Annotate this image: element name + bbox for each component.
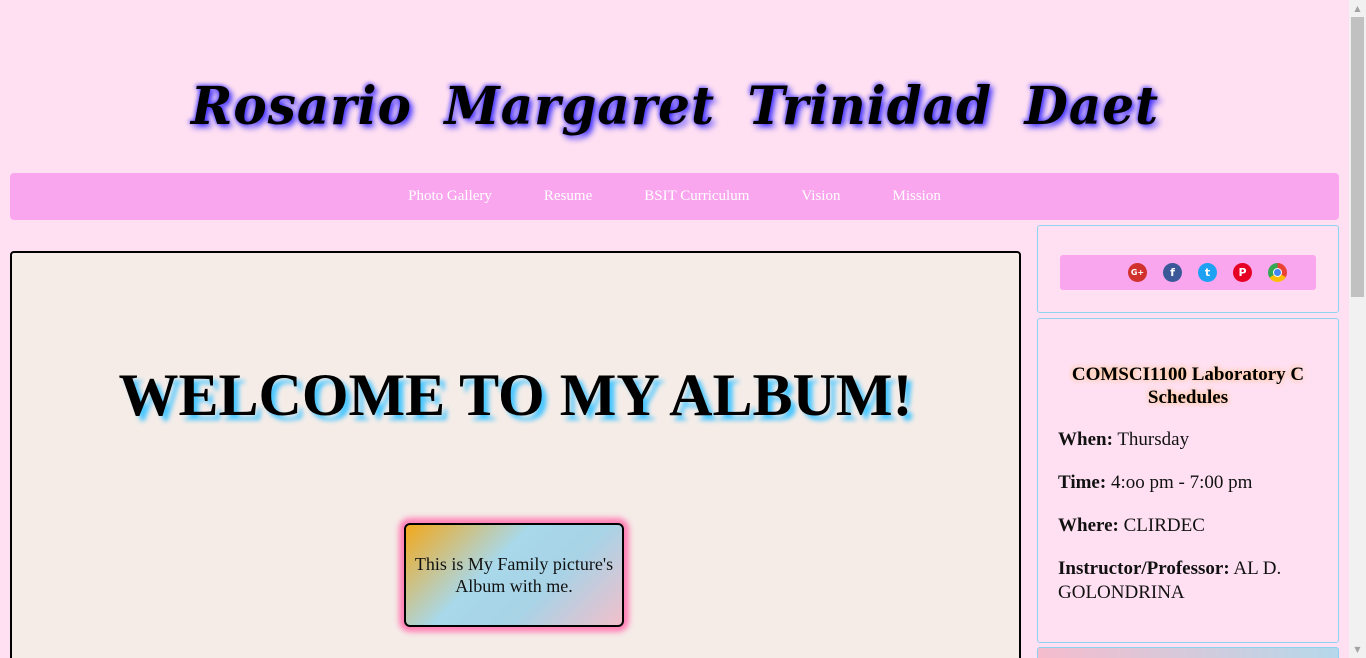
chrome-icon[interactable] xyxy=(1268,263,1287,282)
when-value: Thursday xyxy=(1112,429,1190,450)
social-bar: G+ f t P xyxy=(1060,255,1316,290)
google-plus-icon[interactable]: G+ xyxy=(1128,263,1147,282)
chrome-icon-center xyxy=(1273,268,1282,277)
welcome-heading: WELCOME TO MY ALBUM! xyxy=(118,362,913,428)
nav-link-mission[interactable]: Mission xyxy=(892,188,940,205)
scroll-up-arrow-icon[interactable]: ▲ xyxy=(1349,0,1366,17)
album-card[interactable]: This is My Family picture's Album with m… xyxy=(404,523,624,627)
schedule-where: Where: CLIRDEC xyxy=(1058,514,1328,538)
navbar: Photo Gallery Resume BSIT Curriculum Vis… xyxy=(10,173,1339,220)
facebook-icon[interactable]: f xyxy=(1163,263,1182,282)
twitter-icon[interactable]: t xyxy=(1198,263,1217,282)
page: Rosario Margaret Trinidad Daet Photo Gal… xyxy=(0,0,1366,658)
schedule-title: COMSCI1100 Laboratory C Schedules xyxy=(1071,364,1305,408)
where-value: CLIRDEC xyxy=(1118,515,1205,536)
scroll-thumb[interactable] xyxy=(1351,17,1364,297)
schedule-when: When: Thursday xyxy=(1058,428,1328,452)
nav-link-bsit-curriculum[interactable]: BSIT Curriculum xyxy=(644,188,749,205)
schedule-instructor: Instructor/Professor: AL D. GOLONDRINA xyxy=(1058,557,1328,605)
schedule-time: Time: 4:oo pm - 7:00 pm xyxy=(1058,471,1328,495)
where-label: Where: xyxy=(1058,515,1119,536)
nav-link-resume[interactable]: Resume xyxy=(544,188,592,205)
instructor-label: Instructor/Professor: xyxy=(1058,558,1230,579)
nav-link-vision[interactable]: Vision xyxy=(801,188,840,205)
pinterest-icon[interactable]: P xyxy=(1233,263,1252,282)
sidebar-bottom-box xyxy=(1037,647,1339,658)
when-label: When: xyxy=(1058,429,1113,450)
nav-link-photo-gallery[interactable]: Photo Gallery xyxy=(408,188,492,205)
time-label: Time: xyxy=(1058,472,1107,493)
scroll-down-arrow-icon[interactable]: ▼ xyxy=(1349,641,1366,658)
main-panel: WELCOME TO MY ALBUM! This is My Family p… xyxy=(10,251,1021,658)
album-caption: This is My Family picture's Album with m… xyxy=(414,554,614,596)
time-value: 4:oo pm - 7:00 pm xyxy=(1106,472,1253,493)
social-box: G+ f t P xyxy=(1037,225,1339,313)
vertical-scrollbar[interactable]: ▲ ▼ xyxy=(1349,0,1366,658)
schedule-box: COMSCI1100 Laboratory C Schedules When: … xyxy=(1037,318,1339,643)
site-title: Rosario Margaret Trinidad Daet xyxy=(190,74,1160,137)
